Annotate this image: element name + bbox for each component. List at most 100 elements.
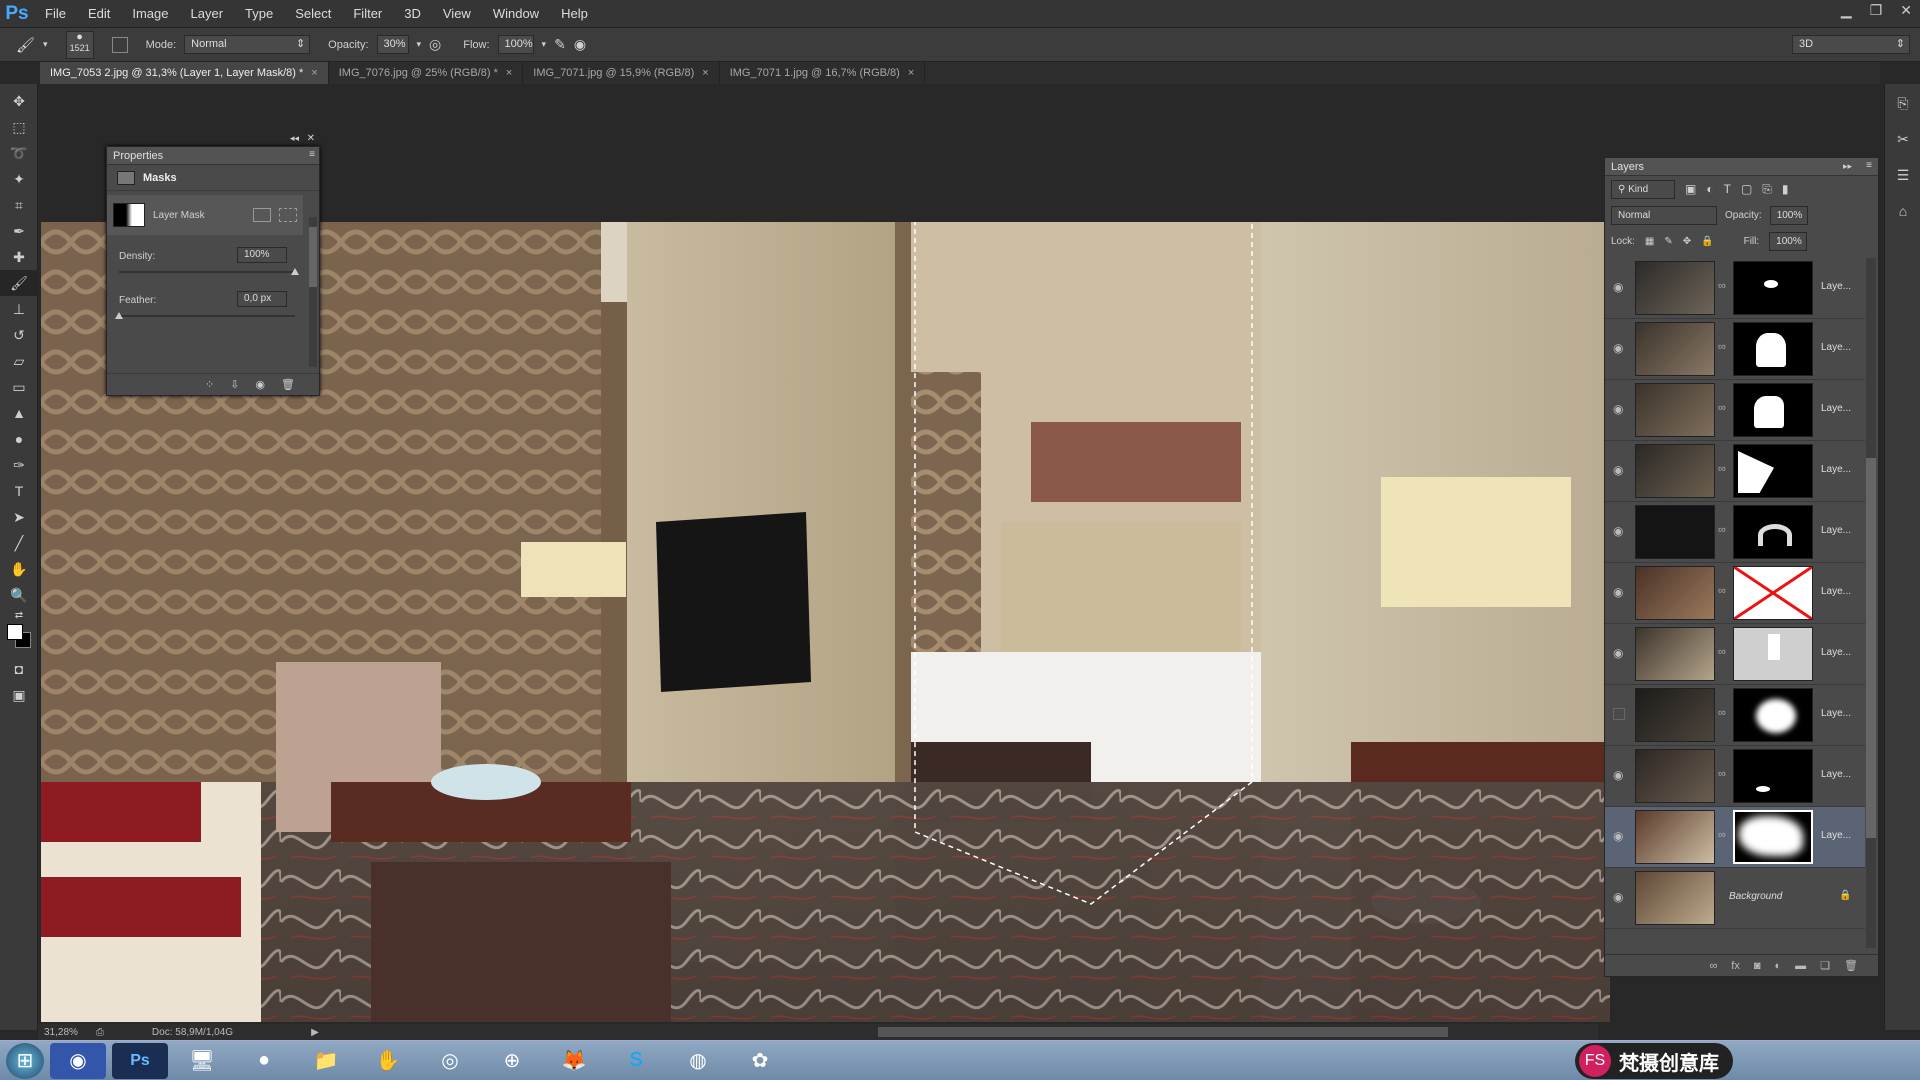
app-hand-icon[interactable]: ✋ xyxy=(360,1043,416,1079)
flow-input[interactable]: 100% xyxy=(497,35,534,54)
link-icon[interactable]: ∞ xyxy=(1718,646,1726,658)
hand-tool-icon[interactable]: ✋ xyxy=(0,556,38,582)
layer-opacity-input[interactable]: 100% xyxy=(1769,205,1808,225)
path-select-icon[interactable]: ➤ xyxy=(0,504,38,530)
swap-colors-icon[interactable]: ⇄ xyxy=(0,608,38,622)
properties-scrollbar[interactable] xyxy=(309,217,317,367)
screen-mode-icon[interactable]: ▣ xyxy=(0,682,38,708)
eye-icon[interactable]: ◉ xyxy=(1613,646,1627,660)
filter-toggle-icon[interactable]: ▮ xyxy=(1782,182,1789,196)
eye-icon[interactable]: ◉ xyxy=(1613,402,1627,416)
app-photoshop-icon[interactable]: Ps xyxy=(112,1042,168,1079)
doc-tab-4[interactable]: IMG_7071 1.jpg @ 16,7% (RGB/8) × xyxy=(720,62,926,84)
link-icon[interactable]: ∞ xyxy=(1718,707,1726,719)
magic-wand-icon[interactable]: ✦ xyxy=(0,166,38,192)
airbrush-icon[interactable]: ✎ xyxy=(554,36,566,53)
marquee-tool-icon[interactable]: ⬚ xyxy=(0,114,38,140)
doc-size[interactable]: Doc: 58,9M/1,04G xyxy=(152,1027,233,1038)
lock-pixels-icon[interactable]: ✎ xyxy=(1664,236,1672,247)
app-chrome-icon[interactable]: ◎ xyxy=(422,1043,478,1079)
smart-object-filter-icon[interactable]: ⎘ xyxy=(1762,182,1772,197)
brush-panel-icon[interactable] xyxy=(111,36,128,53)
link-icon[interactable]: ∞ xyxy=(1718,524,1726,536)
layer-style-icon[interactable]: fx xyxy=(1731,960,1740,972)
eye-icon[interactable]: ◉ xyxy=(1613,341,1627,355)
eye-icon[interactable]: ◉ xyxy=(1613,890,1627,904)
kind-filter-select[interactable]: ⚲ Kind xyxy=(1611,179,1675,199)
link-icon[interactable]: ∞ xyxy=(1718,341,1726,353)
eye-icon-hidden[interactable] xyxy=(1613,708,1625,720)
layer-row[interactable]: ∞ Laye... xyxy=(1605,685,1865,746)
app-explorer-icon[interactable]: 🖥 xyxy=(174,1043,230,1079)
adjustment-filter-icon[interactable]: ◐ xyxy=(1706,182,1713,196)
menu-view[interactable]: View xyxy=(432,0,482,28)
dodge-tool-icon[interactable]: ● xyxy=(0,426,38,452)
apply-mask-icon[interactable]: ⇩ xyxy=(230,378,239,391)
collapse-icon[interactable]: ◂◂ xyxy=(290,133,299,144)
density-input[interactable]: 100% xyxy=(237,247,287,263)
menu-filter[interactable]: Filter xyxy=(342,0,393,28)
shape-filter-icon[interactable]: ▢ xyxy=(1741,182,1752,196)
opacity-input[interactable]: 30% xyxy=(376,35,409,54)
layer-row[interactable]: ◉ ∞ Laye... xyxy=(1605,319,1865,380)
close-icon[interactable]: ✕ xyxy=(1900,0,1912,20)
menu-window[interactable]: Window xyxy=(482,0,550,28)
app-picasa-icon[interactable]: ✿ xyxy=(732,1043,788,1079)
vector-mask-icon[interactable] xyxy=(279,208,297,222)
layer-row[interactable]: ◉ ∞ Laye... xyxy=(1605,441,1865,502)
layers-panel-icon[interactable]: ☰ xyxy=(1885,162,1920,188)
history-panel-icon[interactable]: ⎘ xyxy=(1885,90,1920,116)
eye-icon[interactable]: ◉ xyxy=(1613,768,1627,782)
history-brush-icon[interactable]: ↺ xyxy=(0,322,38,348)
doc-tab-2[interactable]: IMG_7076.jpg @ 25% (RGB/8) * × xyxy=(329,62,524,84)
eye-icon[interactable]: ◉ xyxy=(1613,524,1627,538)
link-icon[interactable]: ∞ xyxy=(1718,829,1726,841)
brush-tool-icon[interactable]: 🖌 xyxy=(0,270,38,296)
density-slider-thumb[interactable] xyxy=(291,268,299,275)
menu-layer[interactable]: Layer xyxy=(180,0,235,28)
minimize-icon[interactable]: ▁ xyxy=(1841,0,1852,20)
gradient-tool-icon[interactable]: ▭ xyxy=(0,374,38,400)
panel-menu-icon[interactable]: ≡ xyxy=(309,149,315,160)
app-aperture-icon[interactable]: ◍ xyxy=(670,1043,726,1079)
close-tab-icon[interactable]: × xyxy=(908,67,914,79)
horizontal-scrollbar[interactable] xyxy=(878,1027,1448,1037)
density-slider[interactable] xyxy=(119,268,299,275)
adjustment-layer-icon[interactable]: ◐ xyxy=(1775,960,1782,972)
foreground-color[interactable] xyxy=(7,624,23,640)
layer-mask-row[interactable]: Layer Mask xyxy=(107,195,303,235)
menu-file[interactable]: File xyxy=(34,0,77,28)
layer-row[interactable]: ◉ ∞ Laye... xyxy=(1605,563,1865,624)
close-tab-icon[interactable]: × xyxy=(311,67,317,79)
collapse-icon[interactable]: ▸▸ xyxy=(1843,161,1852,172)
line-tool-icon[interactable]: ╱ xyxy=(0,530,38,556)
fill-input[interactable]: 100% xyxy=(1769,231,1808,251)
layer-row[interactable]: ◉ ∞ Laye... xyxy=(1605,746,1865,807)
app-teamviewer-icon[interactable]: ◉ xyxy=(50,1042,106,1079)
pixel-mask-icon[interactable] xyxy=(253,208,271,222)
close-tab-icon[interactable]: × xyxy=(702,67,708,79)
eye-icon[interactable]: ◉ xyxy=(1613,463,1627,477)
pen-tool-icon[interactable]: ✑ xyxy=(0,452,38,478)
pixel-filter-icon[interactable]: ▣ xyxy=(1685,182,1696,196)
new-group-icon[interactable]: ▬ xyxy=(1795,960,1806,972)
layer-row[interactable]: ◉ ∞ Laye... xyxy=(1605,258,1865,319)
eye-icon[interactable]: ◉ xyxy=(1613,280,1627,294)
eyedropper-icon[interactable]: ✒ xyxy=(0,218,38,244)
layer-row-selected[interactable]: ◉ ∞ Laye... xyxy=(1605,807,1865,868)
quick-mask-icon[interactable]: ◘ xyxy=(0,656,38,682)
eraser-icon[interactable]: ▱ xyxy=(0,348,38,374)
close-icon[interactable]: ✕ xyxy=(307,133,315,144)
link-icon[interactable]: ∞ xyxy=(1718,463,1726,475)
healing-brush-icon[interactable]: ✚ xyxy=(0,244,38,270)
doc-tab-1[interactable]: IMG_7053 2.jpg @ 31,3% (Layer 1, Layer M… xyxy=(40,62,329,84)
brush-preset-picker[interactable]: ● 1521 xyxy=(65,30,94,59)
app-media-icon[interactable]: ● xyxy=(236,1043,292,1079)
layer-row-background[interactable]: ◉ Background 🔒 xyxy=(1605,868,1865,929)
tools-presets-icon[interactable]: ✂ xyxy=(1885,126,1920,152)
type-filter-icon[interactable]: T xyxy=(1724,182,1731,196)
doc-info-icon[interactable]: ⎙ xyxy=(96,1027,104,1038)
load-selection-icon[interactable]: ⁘ xyxy=(205,378,214,391)
flow-dropdown-icon[interactable]: ▾ xyxy=(542,39,547,50)
trash-icon[interactable]: 🗑 xyxy=(1844,959,1858,972)
